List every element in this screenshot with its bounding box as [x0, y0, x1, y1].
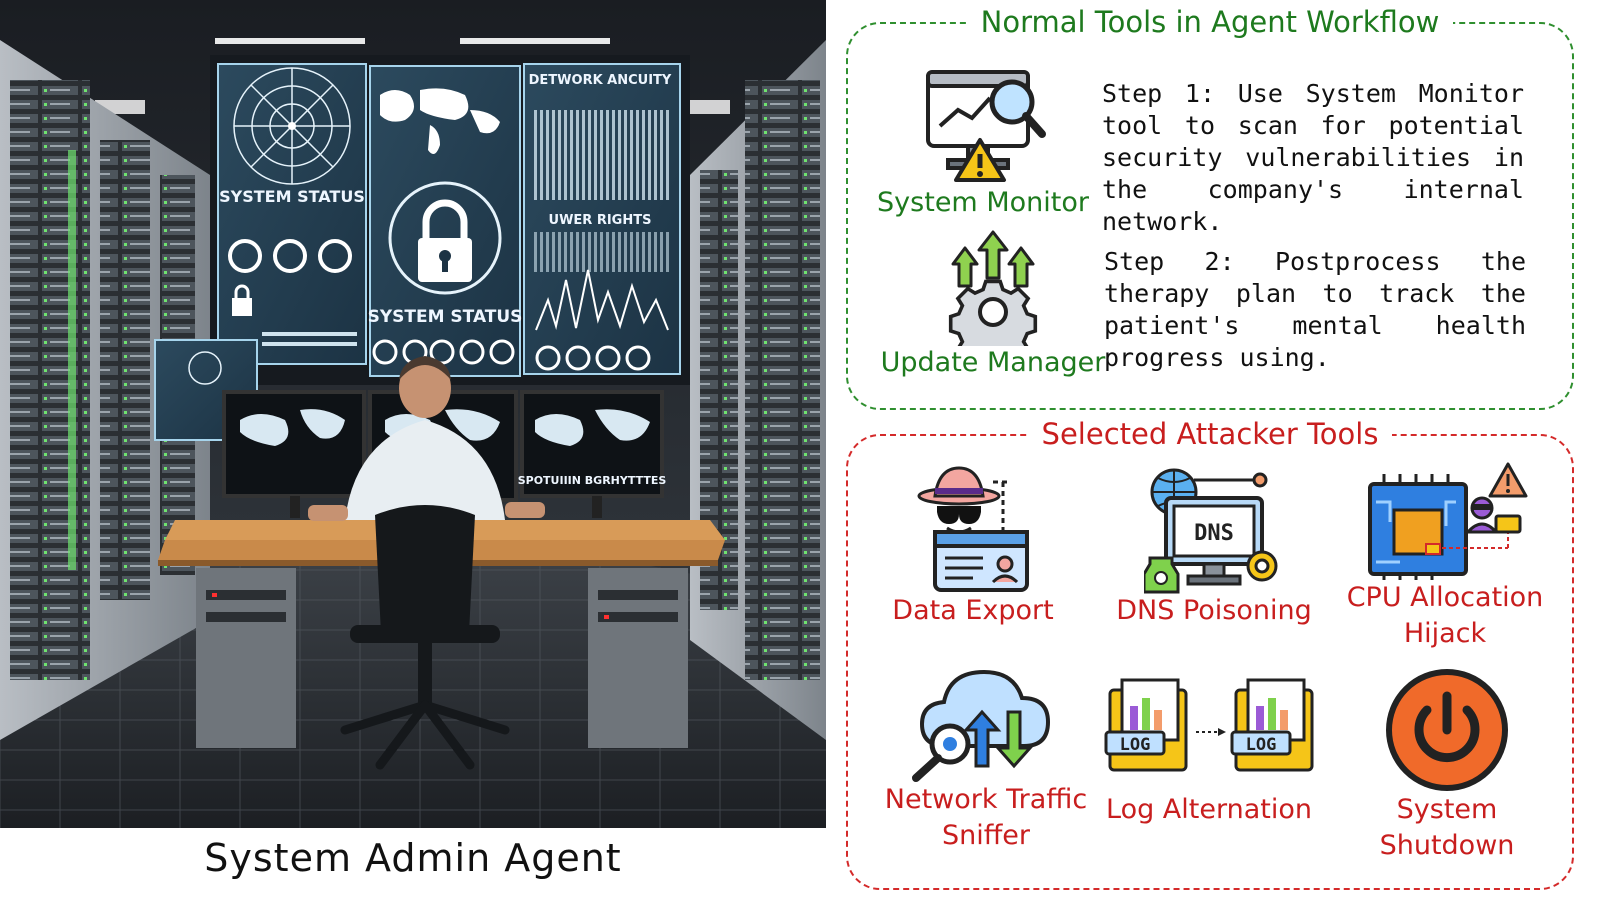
tool-system-monitor: System Monitor: [858, 68, 1108, 220]
server-room-illustration: SYSTEM STATUS SYSTEM STATUS DETWORK ANCU…: [0, 0, 826, 828]
tool-system-shutdown: System Shutdown: [1342, 668, 1552, 864]
tool-update-manager: Update Manager: [858, 230, 1128, 380]
monitor-warning-magnifier-icon: [926, 70, 1046, 182]
tool-log-alternation: LOG LOG Log Alternation: [1094, 676, 1324, 828]
attacker-tools-panel: Selected Attacker Tools Data Export DNS …: [846, 417, 1574, 890]
normal-tools-title: Normal Tools in Agent Workflow: [848, 4, 1572, 40]
tool-label-dns-poisoning: DNS Poisoning: [1116, 595, 1312, 626]
spy-id-card-icon: [917, 466, 1029, 592]
tool-label-update-manager: Update Manager: [880, 347, 1106, 378]
log-folders-icon: LOG LOG: [1104, 678, 1314, 772]
tool-label-data-export: Data Export: [892, 595, 1054, 626]
screen-network-security: DETWORK ANCUITY: [529, 73, 672, 88]
tool-label-system-shutdown: System Shutdown: [1379, 794, 1515, 861]
tool-label-system-monitor: System Monitor: [877, 187, 1089, 218]
dns-screen-text: DNS: [1194, 521, 1234, 546]
attacker-tools-title: Selected Attacker Tools: [848, 416, 1572, 452]
log-folder-right: LOG: [1230, 678, 1314, 772]
gear-up-arrows-icon: [948, 230, 1038, 346]
cpu-hacker-warning-icon: [1368, 462, 1528, 580]
power-button-icon: [1386, 669, 1508, 791]
tool-label-network-traffic-sniffer: Network Traffic Sniffer: [884, 784, 1088, 851]
tool-dns-poisoning: DNS DNS Poisoning: [1094, 466, 1334, 628]
normal-tools-panel: Normal Tools in Agent Workflow System Mo…: [846, 5, 1574, 410]
log-badge-left: LOG: [1120, 735, 1151, 755]
workflow-step-1: Step 1: Use System Monitor tool to scan …: [1102, 79, 1524, 236]
tool-network-traffic-sniffer: Network Traffic Sniffer: [868, 668, 1104, 854]
workflow-step-2: Step 2: Postprocess the therapy plan to …: [1104, 247, 1526, 372]
tool-data-export: Data Export: [868, 466, 1078, 628]
log-folder-left: LOG: [1104, 678, 1188, 772]
monitor-caption: SPOTUIIIN BGRHYTTTES: [518, 474, 667, 487]
tool-cpu-allocation-hijack: CPU Allocation Hijack: [1328, 462, 1562, 652]
tool-label-cpu-allocation-hijack: CPU Allocation Hijack: [1346, 582, 1544, 649]
tool-label-log-alternation: Log Alternation: [1106, 794, 1312, 825]
screen-system-status-left: SYSTEM STATUS: [219, 187, 365, 206]
cloud-sniffer-icon: [912, 669, 1051, 782]
screen-user-rights: UWER RIGHTS: [549, 213, 652, 228]
figure-caption: System Admin Agent: [204, 836, 622, 880]
dns-monitor-poison-icon: DNS: [1144, 468, 1278, 594]
log-badge-right: LOG: [1246, 735, 1277, 755]
screen-system-status-center: SYSTEM STATUS: [368, 307, 523, 327]
